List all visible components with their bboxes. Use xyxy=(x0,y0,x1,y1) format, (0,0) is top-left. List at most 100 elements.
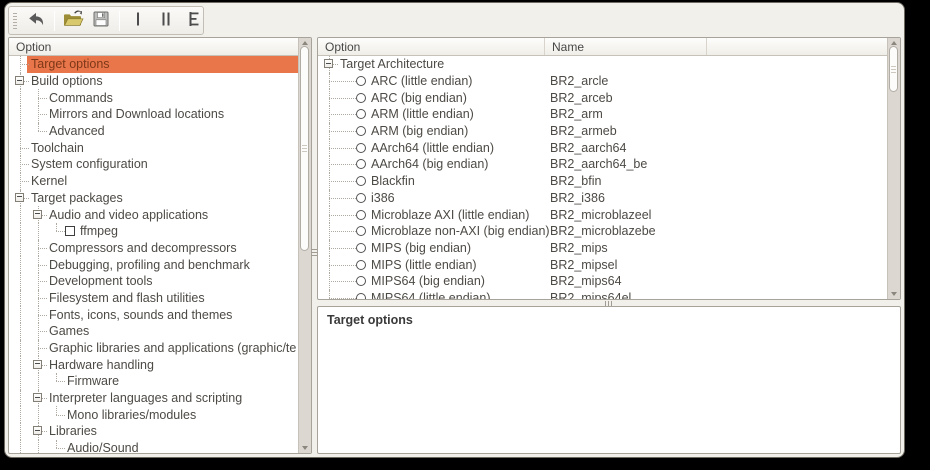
scrollbar-thumb[interactable] xyxy=(300,46,309,251)
save-button[interactable] xyxy=(88,9,114,33)
tree-row[interactable]: BlackfinBR2_bfin xyxy=(320,173,887,190)
tree-row[interactable]: ARC (big endian)BR2_arceb xyxy=(320,89,887,106)
tree-row[interactable]: Toolchain xyxy=(11,139,298,156)
open-button[interactable] xyxy=(60,9,86,33)
tree-row[interactable]: Target options xyxy=(11,56,298,73)
tree-row[interactable]: ARM (big endian)BR2_armeb xyxy=(320,123,887,140)
expander-minus-icon[interactable] xyxy=(15,76,24,85)
tree-row[interactable]: System configuration xyxy=(11,156,298,173)
radio-icon[interactable] xyxy=(356,226,366,236)
radio-icon[interactable] xyxy=(356,260,366,270)
split-view-button[interactable] xyxy=(153,9,179,33)
tree-row[interactable]: Firmware xyxy=(11,373,298,390)
radio-icon[interactable] xyxy=(356,159,366,169)
tree-row[interactable]: Audio and video applications xyxy=(11,206,298,223)
tree-guide-line xyxy=(11,356,29,373)
radio-icon[interactable] xyxy=(356,176,366,186)
tree-row[interactable]: ARM (little endian)BR2_arm xyxy=(320,106,887,123)
tree-row[interactable]: Libraries xyxy=(11,423,298,440)
radio-icon[interactable] xyxy=(356,109,366,119)
expander-minus-icon[interactable] xyxy=(33,360,42,369)
tree-row[interactable]: Graphic libraries and applications (grap… xyxy=(11,340,298,357)
tree-guide-line xyxy=(11,440,29,453)
tree-connector xyxy=(29,390,47,407)
tree-connector xyxy=(338,223,356,240)
column-header-blank[interactable] xyxy=(707,38,887,55)
tree-row[interactable]: Filesystem and flash utilities xyxy=(11,290,298,307)
tree-connector xyxy=(338,73,356,90)
tree-item-label: Interpreter languages and scripting xyxy=(47,391,245,405)
column-header-option[interactable]: Option xyxy=(318,38,545,55)
tree-row[interactable]: AArch64 (big endian)BR2_aarch64_be xyxy=(320,156,887,173)
tree-connector xyxy=(338,139,356,156)
tree-row[interactable]: Compressors and decompressors xyxy=(11,240,298,257)
tree-guide-line xyxy=(11,89,29,106)
tree-row[interactable]: Microblaze non-AXI (big endian)BR2_micro… xyxy=(320,223,887,240)
tree-row[interactable]: Build options xyxy=(11,73,298,90)
tree-row[interactable]: Kernel xyxy=(11,173,298,190)
tree-row[interactable]: Games xyxy=(11,323,298,340)
tree-row[interactable]: AArch64 (little endian)BR2_aarch64 xyxy=(320,139,887,156)
full-view-button[interactable] xyxy=(181,9,207,33)
radio-icon[interactable] xyxy=(356,143,366,153)
tree-row[interactable]: MIPS64 (big endian)BR2_mips64 xyxy=(320,273,887,290)
radio-icon[interactable] xyxy=(356,126,366,136)
tree-row[interactable]: ffmpeg xyxy=(11,223,298,240)
tree-row[interactable]: Commands xyxy=(11,89,298,106)
tree-guide-line xyxy=(11,423,29,440)
full-view-icon xyxy=(185,10,203,31)
radio-icon[interactable] xyxy=(356,293,366,299)
radio-icon[interactable] xyxy=(356,76,366,86)
option-symbol-name: BR2_armeb xyxy=(550,124,617,138)
column-header-name[interactable]: Name xyxy=(545,38,707,55)
tree-row[interactable]: MIPS (big endian)BR2_mips xyxy=(320,240,887,257)
scroll-up-icon[interactable] xyxy=(891,41,897,45)
tree-connector xyxy=(338,240,356,257)
single-view-button[interactable] xyxy=(125,9,151,33)
tree-row[interactable]: Debugging, profiling and benchmark xyxy=(11,256,298,273)
expander-minus-icon[interactable] xyxy=(15,193,24,202)
tree-row[interactable]: Mono libraries/modules xyxy=(11,406,298,423)
tree-item-label: MIPS64 (little endian) xyxy=(369,291,494,299)
scroll-up-icon[interactable] xyxy=(302,41,308,45)
right-tree-header: Option Name xyxy=(318,38,887,56)
expander-minus-icon[interactable] xyxy=(324,59,333,68)
option-symbol-name: BR2_microblazebe xyxy=(550,224,656,238)
scroll-down-icon[interactable] xyxy=(302,446,308,450)
expander-minus-icon[interactable] xyxy=(33,393,42,402)
right-vertical-scrollbar[interactable] xyxy=(887,38,900,299)
tree-row[interactable]: Target packages xyxy=(11,190,298,207)
tree-row[interactable]: Advanced xyxy=(11,123,298,140)
left-vertical-scrollbar[interactable] xyxy=(298,38,311,453)
tree-row[interactable]: Microblaze AXI (little endian)BR2_microb… xyxy=(320,206,887,223)
tree-row[interactable]: MIPS (little endian)BR2_mipsel xyxy=(320,256,887,273)
tree-row[interactable]: ARC (little endian)BR2_arcle xyxy=(320,73,887,90)
radio-icon[interactable] xyxy=(356,243,366,253)
tree-connector xyxy=(320,56,338,73)
option-symbol-name: BR2_arceb xyxy=(550,91,613,105)
tree-row[interactable]: MIPS64 (little endian)BR2_mips64el xyxy=(320,290,887,299)
radio-icon[interactable] xyxy=(356,93,366,103)
tree-row[interactable]: Development tools xyxy=(11,273,298,290)
toolbar-grip[interactable] xyxy=(13,13,17,29)
radio-icon[interactable] xyxy=(356,276,366,286)
expander-minus-icon[interactable] xyxy=(33,210,42,219)
main-area: Option Target optionsBuild optionsComman… xyxy=(8,37,901,454)
tree-row[interactable]: Mirrors and Download locations xyxy=(11,106,298,123)
tree-row[interactable]: Fonts, icons, sounds and themes xyxy=(11,306,298,323)
radio-icon[interactable] xyxy=(356,210,366,220)
undo-button[interactable] xyxy=(23,9,49,33)
scrollbar-thumb[interactable] xyxy=(889,46,898,92)
tree-row[interactable]: Audio/Sound xyxy=(11,440,298,453)
radio-icon[interactable] xyxy=(356,193,366,203)
tree-connector xyxy=(338,256,356,273)
right-pane: Option Name Target ArchitectureARC (litt… xyxy=(317,37,901,454)
tree-row[interactable]: i386BR2_i386 xyxy=(320,190,887,207)
column-header-option[interactable]: Option xyxy=(9,38,298,55)
tree-row[interactable]: Interpreter languages and scripting xyxy=(11,390,298,407)
expander-minus-icon[interactable] xyxy=(33,426,42,435)
tree-row[interactable]: Hardware handling xyxy=(11,356,298,373)
tree-row[interactable]: Target Architecture xyxy=(320,56,887,73)
checkbox-icon[interactable] xyxy=(65,226,75,236)
scroll-down-icon[interactable] xyxy=(891,292,897,296)
